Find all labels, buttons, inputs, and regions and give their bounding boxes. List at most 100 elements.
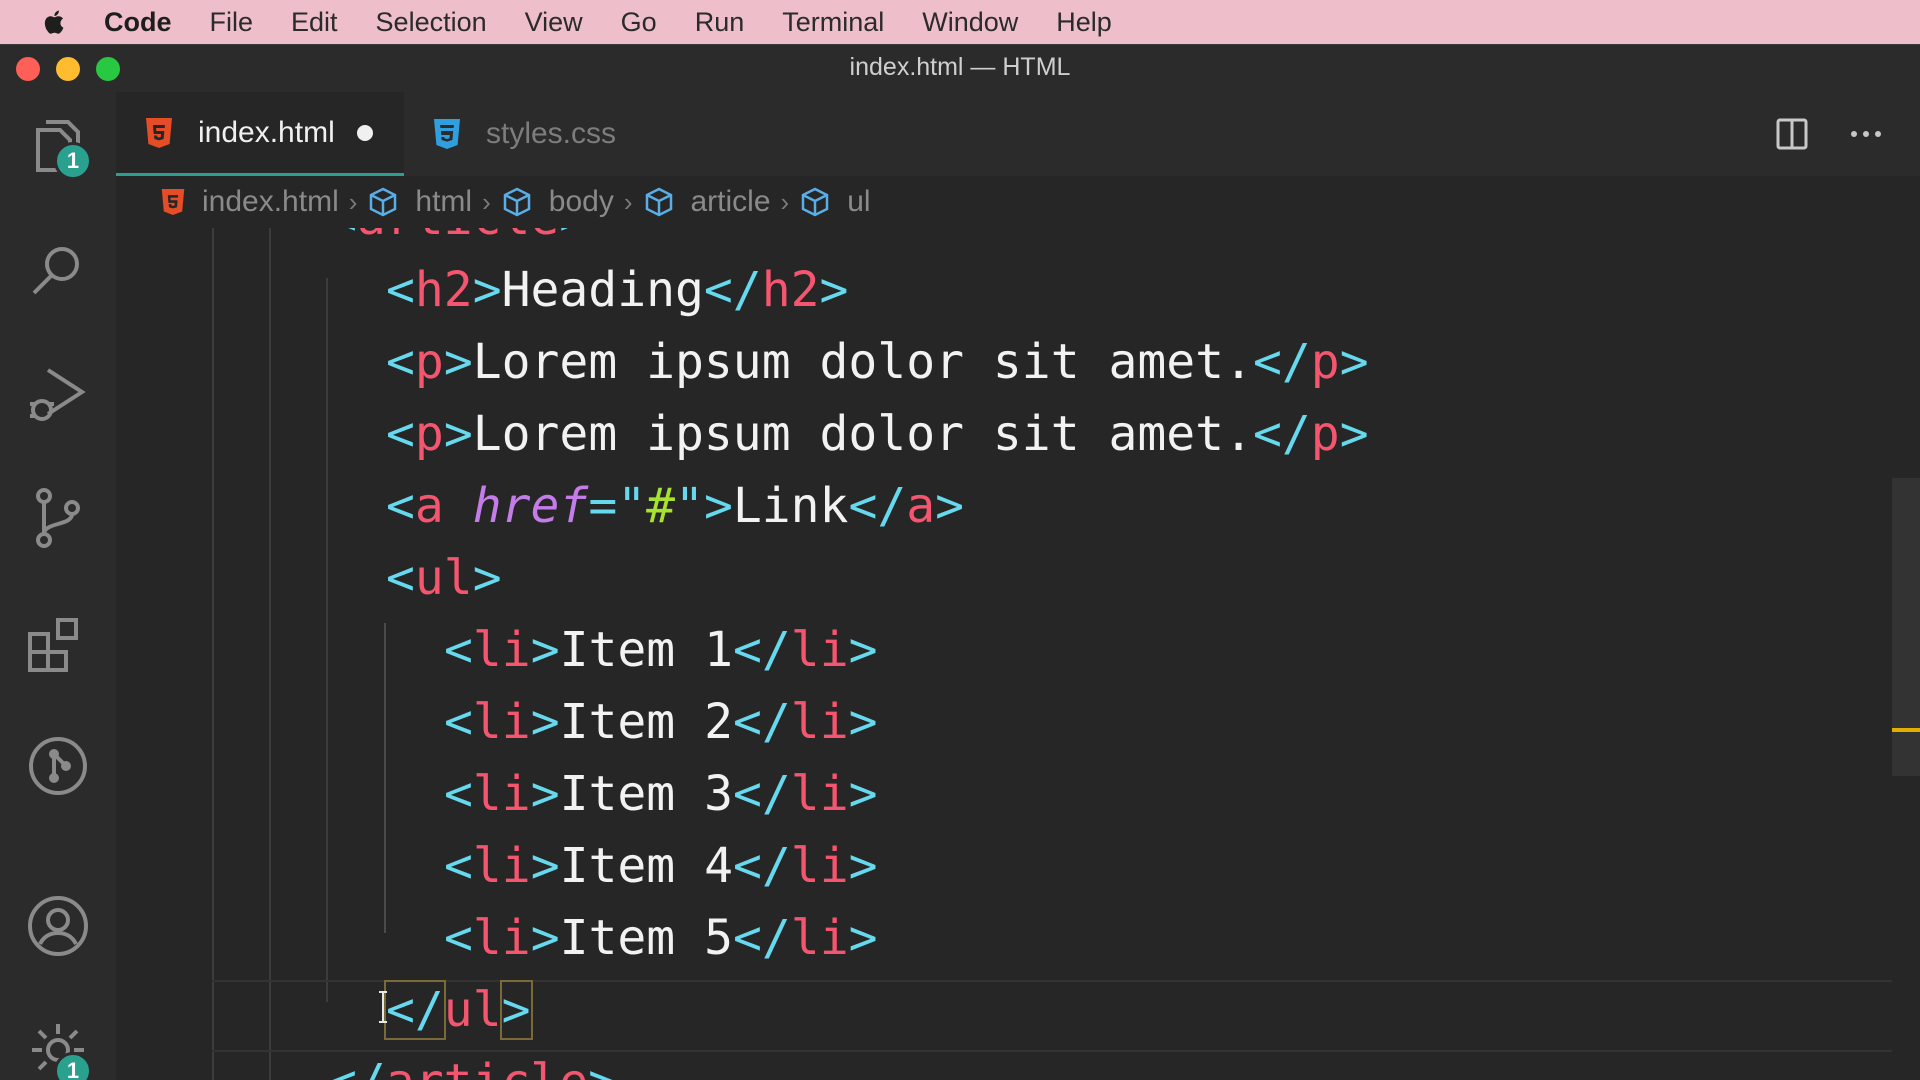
breadcrumb-item-ul[interactable]: ul bbox=[799, 185, 871, 219]
text-cursor-icon bbox=[379, 991, 387, 1023]
menu-edit[interactable]: Edit bbox=[291, 7, 338, 38]
code-token: </ bbox=[733, 838, 791, 894]
breadcrumb-item-file[interactable]: index.html bbox=[160, 185, 339, 219]
code-token: </ bbox=[384, 980, 446, 1040]
chevron-right-icon: › bbox=[348, 186, 358, 217]
code-token: ul bbox=[414, 550, 473, 606]
code-line[interactable]: <h2>Heading</h2> bbox=[386, 254, 848, 326]
git-graph-button[interactable] bbox=[24, 732, 92, 800]
code-line[interactable]: <li>Item 2</li> bbox=[444, 686, 878, 758]
code-line[interactable]: <p>Lorem ipsum dolor sit amet.</p> bbox=[386, 326, 1369, 398]
code-line[interactable]: <li>Item 4</li> bbox=[444, 830, 878, 902]
code-token: Item 2 bbox=[559, 694, 733, 750]
code-token: > bbox=[848, 694, 878, 750]
settings-button[interactable]: 1 bbox=[24, 1016, 92, 1080]
run-debug-icon bbox=[30, 368, 86, 421]
code-token: Item 1 bbox=[559, 622, 733, 678]
code-token: li bbox=[790, 838, 849, 894]
code-token: Link bbox=[732, 478, 849, 534]
code-token: </ bbox=[733, 694, 791, 750]
code-token: > bbox=[443, 406, 473, 462]
git-graph-icon bbox=[29, 737, 87, 795]
code-token: > bbox=[443, 334, 473, 390]
code-line[interactable]: <article> bbox=[328, 228, 588, 254]
code-token: li bbox=[472, 838, 531, 894]
code-token: > bbox=[499, 980, 533, 1040]
menu-view[interactable]: View bbox=[525, 7, 583, 38]
code-line[interactable]: <li>Item 1</li> bbox=[444, 614, 878, 686]
code-token: < bbox=[444, 694, 473, 750]
menu-selection[interactable]: Selection bbox=[376, 7, 487, 38]
code-token: > bbox=[935, 478, 965, 534]
element-cube-icon bbox=[801, 187, 829, 217]
code-token: Heading bbox=[501, 262, 704, 318]
code-token: > bbox=[472, 262, 502, 318]
code-token: li bbox=[790, 694, 849, 750]
code-token: < bbox=[386, 478, 415, 534]
code-token: article bbox=[386, 1054, 588, 1080]
search-button[interactable] bbox=[24, 236, 92, 304]
menu-bar: Code File Edit Selection View Go Run Ter… bbox=[0, 0, 1920, 44]
explorer-button[interactable]: 1 bbox=[24, 112, 92, 180]
menu-terminal[interactable]: Terminal bbox=[782, 7, 884, 38]
code-token: article bbox=[357, 228, 559, 246]
tab-label: index.html bbox=[198, 115, 335, 149]
account-icon bbox=[28, 896, 88, 956]
code-token: # bbox=[646, 478, 676, 534]
code-line[interactable]: <li>Item 5</li> bbox=[444, 902, 878, 974]
tab-index-html[interactable]: index.html bbox=[116, 92, 404, 176]
vertical-scrollbar[interactable] bbox=[1892, 228, 1920, 1080]
code-token: </ bbox=[703, 262, 762, 318]
breadcrumb-label: body bbox=[548, 185, 614, 218]
window-title-bar: index.html — HTML bbox=[0, 44, 1920, 92]
code-token: > bbox=[530, 766, 560, 822]
code-token: h2 bbox=[414, 262, 473, 318]
code-line[interactable]: <li>Item 3</li> bbox=[444, 758, 878, 830]
code-token: li bbox=[472, 910, 531, 966]
code-token: < bbox=[386, 406, 415, 462]
code-token: li bbox=[790, 910, 849, 966]
menu-app-code[interactable]: Code bbox=[104, 7, 172, 38]
unsaved-dot-icon[interactable] bbox=[356, 124, 373, 141]
more-actions-icon[interactable] bbox=[1844, 112, 1888, 156]
extensions-icon bbox=[28, 618, 78, 672]
menu-go[interactable]: Go bbox=[621, 7, 657, 38]
html5-icon bbox=[146, 117, 172, 148]
menu-run[interactable]: Run bbox=[695, 7, 745, 38]
code-token: </ bbox=[1252, 406, 1311, 462]
menu-help[interactable]: Help bbox=[1056, 7, 1112, 38]
code-line[interactable]: </ul> bbox=[384, 974, 533, 1046]
breadcrumb-item-body[interactable]: body bbox=[501, 185, 614, 219]
source-control-button[interactable] bbox=[24, 484, 92, 552]
code-line[interactable]: <p>Lorem ipsum dolor sit amet.</p> bbox=[386, 398, 1369, 470]
code-token: Item 5 bbox=[559, 910, 733, 966]
extensions-button[interactable] bbox=[24, 608, 92, 676]
code-line[interactable]: <ul> bbox=[386, 542, 502, 614]
code-line[interactable]: </article> bbox=[328, 1046, 617, 1080]
menu-window[interactable]: Window bbox=[922, 7, 1018, 38]
code-token: > bbox=[530, 694, 560, 750]
account-button[interactable] bbox=[24, 892, 92, 960]
breadcrumb-item-html[interactable]: html bbox=[367, 185, 472, 219]
code-token: li bbox=[790, 766, 849, 822]
code-token: < bbox=[386, 550, 415, 606]
code-token: < bbox=[444, 910, 473, 966]
code-token: Item 3 bbox=[559, 766, 733, 822]
code-token: </ bbox=[848, 478, 907, 534]
apple-icon[interactable] bbox=[40, 7, 70, 37]
code-token: li bbox=[472, 622, 531, 678]
menu-file[interactable]: File bbox=[210, 7, 254, 38]
code-token: p bbox=[414, 334, 444, 390]
chevron-right-icon: › bbox=[623, 186, 633, 217]
code-token: > bbox=[848, 910, 878, 966]
breadcrumb-label: html bbox=[415, 185, 473, 218]
code-token: </ bbox=[1252, 334, 1311, 390]
tab-styles-css[interactable]: styles.css bbox=[404, 92, 668, 176]
run-debug-button[interactable] bbox=[24, 360, 92, 428]
code-editor[interactable]: <article><h2>Heading</h2><p>Lorem ipsum … bbox=[116, 228, 1892, 1080]
split-editor-icon[interactable] bbox=[1770, 112, 1814, 156]
code-token: < bbox=[444, 766, 473, 822]
breadcrumb-item-article[interactable]: article bbox=[643, 185, 771, 219]
element-cube-icon bbox=[370, 187, 397, 217]
code-line[interactable]: <a href="#">Link</a> bbox=[386, 470, 964, 542]
